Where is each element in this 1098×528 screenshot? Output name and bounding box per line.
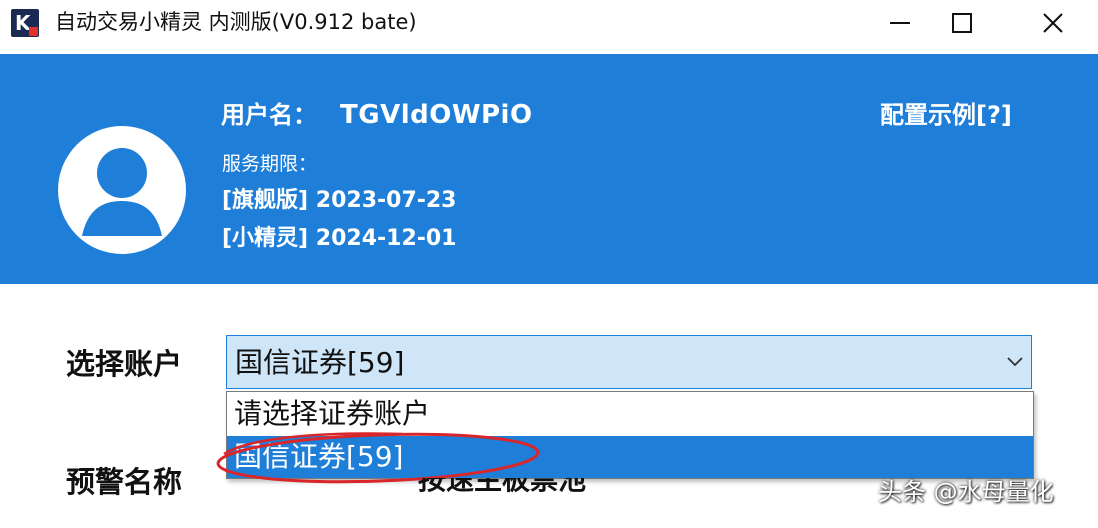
minimize-icon [890, 22, 910, 24]
config-example-link[interactable]: 配置示例[?] [880, 99, 1012, 131]
alert-name-value: 按速主板票池 [418, 478, 587, 496]
user-avatar-icon [58, 126, 186, 254]
watermark-text: 头条 @水母量化 [878, 478, 1054, 506]
chevron-down-icon [1007, 357, 1023, 367]
username-label: 用户名： [221, 101, 317, 129]
account-select[interactable]: 国信证券[59] [226, 335, 1032, 389]
maximize-icon [952, 13, 972, 33]
account-select-value: 国信证券[59] [235, 346, 405, 379]
user-header-panel: 用户名： TGVldOWPiO 服务期限： [旗舰版] 2023-07-23 [… [0, 54, 1098, 284]
plan-sprite: [小精灵] 2024-12-01 [222, 226, 457, 251]
username-value: TGVldOWPiO [340, 100, 533, 130]
select-account-label: 选择账户 [66, 347, 183, 381]
maximize-button[interactable] [922, 0, 1002, 46]
alert-name-label: 预警名称 [66, 465, 183, 499]
plan-flagship: [旗舰版] 2023-07-23 [222, 188, 457, 213]
close-button[interactable] [1013, 0, 1093, 46]
title-bar: K 自动交易小精灵 内测版(V0.912 bate) [0, 0, 1098, 46]
service-period-label: 服务期限： [222, 153, 318, 175]
close-icon [1043, 13, 1063, 33]
window-title: 自动交易小精灵 内测版(V0.912 bate) [55, 10, 417, 34]
app-logo-icon: K [11, 9, 39, 37]
